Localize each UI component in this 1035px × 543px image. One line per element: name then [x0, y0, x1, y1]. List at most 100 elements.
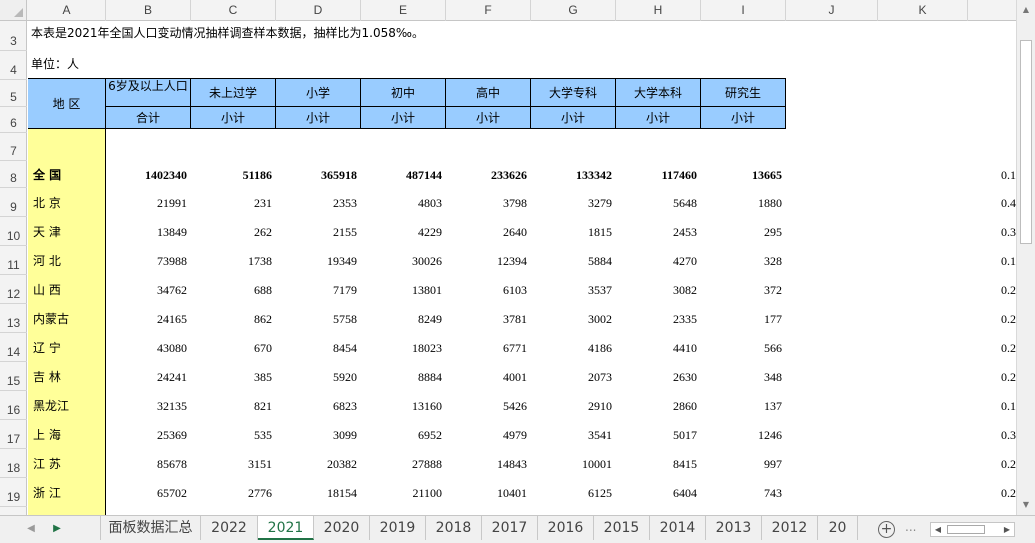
data-cell[interactable]: 535 — [191, 420, 276, 449]
column-k-cell[interactable]: 0.1 — [968, 391, 1016, 420]
data-cell[interactable]: 2860 — [616, 391, 701, 420]
row-header-11[interactable]: 11 — [0, 246, 27, 275]
data-cell[interactable]: 4229 — [361, 217, 446, 246]
column-k-cell[interactable]: 0.2 — [968, 449, 1016, 478]
column-k-cell[interactable]: 0.2 — [968, 275, 1016, 304]
data-cell[interactable]: 1402340 — [106, 161, 191, 188]
data-cell[interactable]: 7179 — [276, 275, 361, 304]
row-header-19[interactable]: 19 — [0, 478, 27, 507]
data-cell[interactable]: 8454 — [276, 333, 361, 362]
data-cell[interactable]: 231 — [191, 188, 276, 217]
data-cell[interactable]: 821 — [191, 391, 276, 420]
header-sub-4[interactable]: 小计 — [361, 107, 446, 129]
sheet-tab[interactable]: 2015 — [594, 516, 650, 540]
header-sub-8[interactable]: 小计 — [701, 107, 786, 129]
data-cell[interactable]: 743 — [701, 478, 786, 507]
row-header-16[interactable]: 16 — [0, 391, 27, 420]
data-cell[interactable]: 2640 — [446, 217, 531, 246]
row-header-14[interactable]: 14 — [0, 333, 27, 362]
sheet-tab[interactable]: 2022 — [201, 516, 258, 540]
sheet-tab[interactable]: 2017 — [482, 516, 538, 540]
data-cell[interactable]: 51186 — [191, 161, 276, 188]
data-cell[interactable]: 4001 — [446, 362, 531, 391]
region-cell[interactable]: 内蒙古 — [28, 304, 106, 333]
data-cell[interactable]: 4979 — [446, 420, 531, 449]
worksheet-grid[interactable]: 本表是2021年全国人口变动情况抽样调查样本数据，抽样比为1.058‰。 单位：… — [28, 22, 1016, 515]
data-cell[interactable]: 4186 — [531, 333, 616, 362]
vertical-scrollbar[interactable]: ▲ ▼ — [1016, 0, 1035, 515]
sheet-tab[interactable]: 2018 — [426, 516, 482, 540]
region-cell[interactable]: 山 西 — [28, 275, 106, 304]
data-cell[interactable]: 12394 — [446, 246, 531, 275]
data-cell[interactable]: 6103 — [446, 275, 531, 304]
row-header-9[interactable]: 9 — [0, 188, 27, 217]
data-cell[interactable]: 688 — [191, 275, 276, 304]
sheet-tab[interactable]: 20 — [818, 516, 858, 540]
header-top-6[interactable]: 大学专科 — [531, 78, 616, 107]
column-k-cell[interactable]: 0.2 — [968, 362, 1016, 391]
header-top-1[interactable]: 6岁及以上人口 — [106, 78, 191, 107]
data-cell[interactable]: 6952 — [361, 420, 446, 449]
data-cell[interactable]: 73988 — [106, 246, 191, 275]
data-cell[interactable]: 3099 — [276, 420, 361, 449]
column-header-c[interactable]: C — [191, 0, 276, 21]
data-cell[interactable]: 2335 — [616, 304, 701, 333]
sheet-tab[interactable]: 2021 — [258, 516, 314, 540]
data-cell[interactable]: 6404 — [616, 478, 701, 507]
row-header-8[interactable]: 8 — [0, 161, 27, 188]
header-top-2[interactable]: 未上过学 — [191, 78, 276, 107]
row-header-12[interactable]: 12 — [0, 275, 27, 304]
column-header-i[interactable]: I — [701, 0, 786, 21]
column-k-cell[interactable]: 0.2 — [968, 333, 1016, 362]
data-cell[interactable]: 13801 — [361, 275, 446, 304]
data-cell[interactable]: 372 — [701, 275, 786, 304]
data-cell[interactable]: 8415 — [616, 449, 701, 478]
table-note[interactable]: 本表是2021年全国人口变动情况抽样调查样本数据，抽样比为1.058‰。 — [31, 22, 424, 51]
data-cell[interactable]: 14843 — [446, 449, 531, 478]
column-k-cell[interactable]: 0.4 — [968, 188, 1016, 217]
vertical-scroll-thumb[interactable] — [1020, 40, 1032, 244]
region-cell[interactable]: 全 国 — [28, 161, 106, 188]
data-cell[interactable]: 43080 — [106, 333, 191, 362]
data-cell[interactable]: 18023 — [361, 333, 446, 362]
unit-label[interactable]: 单位：人 — [31, 53, 79, 79]
column-header-h[interactable]: H — [616, 0, 701, 21]
row-header-18[interactable]: 18 — [0, 449, 27, 478]
region-cell[interactable]: 北 京 — [28, 188, 106, 217]
next-sheet-icon[interactable]: ▶ — [50, 521, 64, 537]
header-sub-5[interactable]: 小计 — [446, 107, 531, 129]
data-cell[interactable]: 2910 — [531, 391, 616, 420]
sheet-tab[interactable]: 2014 — [650, 516, 706, 540]
data-cell[interactable]: 2155 — [276, 217, 361, 246]
data-cell[interactable]: 348 — [701, 362, 786, 391]
row-header-10[interactable]: 10 — [0, 217, 27, 246]
sheet-tab[interactable]: 2020 — [314, 516, 370, 540]
region-header[interactable]: 地 区 — [28, 78, 106, 129]
data-cell[interactable]: 1815 — [531, 217, 616, 246]
column-k-cell[interactable]: 0.1 — [968, 246, 1016, 275]
data-cell[interactable]: 3151 — [191, 449, 276, 478]
data-cell[interactable]: 566 — [701, 333, 786, 362]
scroll-up-icon[interactable]: ▲ — [1017, 1, 1035, 18]
data-cell[interactable]: 5426 — [446, 391, 531, 420]
data-cell[interactable]: 2073 — [531, 362, 616, 391]
data-cell[interactable]: 385 — [191, 362, 276, 391]
data-cell[interactable]: 1738 — [191, 246, 276, 275]
data-cell[interactable]: 1246 — [701, 420, 786, 449]
data-cell[interactable]: 233626 — [446, 161, 531, 188]
data-cell[interactable]: 10401 — [446, 478, 531, 507]
sheet-tab[interactable]: 2019 — [370, 516, 426, 540]
scroll-left-icon[interactable]: ◀ — [931, 523, 945, 536]
header-sub-2[interactable]: 小计 — [191, 107, 276, 129]
data-cell[interactable]: 137 — [701, 391, 786, 420]
region-cell[interactable]: 黑龙江 — [28, 391, 106, 420]
region-cell[interactable]: 辽 宁 — [28, 333, 106, 362]
column-header-g[interactable]: G — [531, 0, 616, 21]
column-header-d[interactable]: D — [276, 0, 361, 21]
column-header-a[interactable]: A — [28, 0, 106, 21]
row-header-7[interactable]: 7 — [0, 133, 27, 161]
data-cell[interactable]: 862 — [191, 304, 276, 333]
column-header-f[interactable]: F — [446, 0, 531, 21]
row-header-5[interactable]: 5 — [0, 80, 27, 107]
data-cell[interactable]: 117460 — [616, 161, 701, 188]
